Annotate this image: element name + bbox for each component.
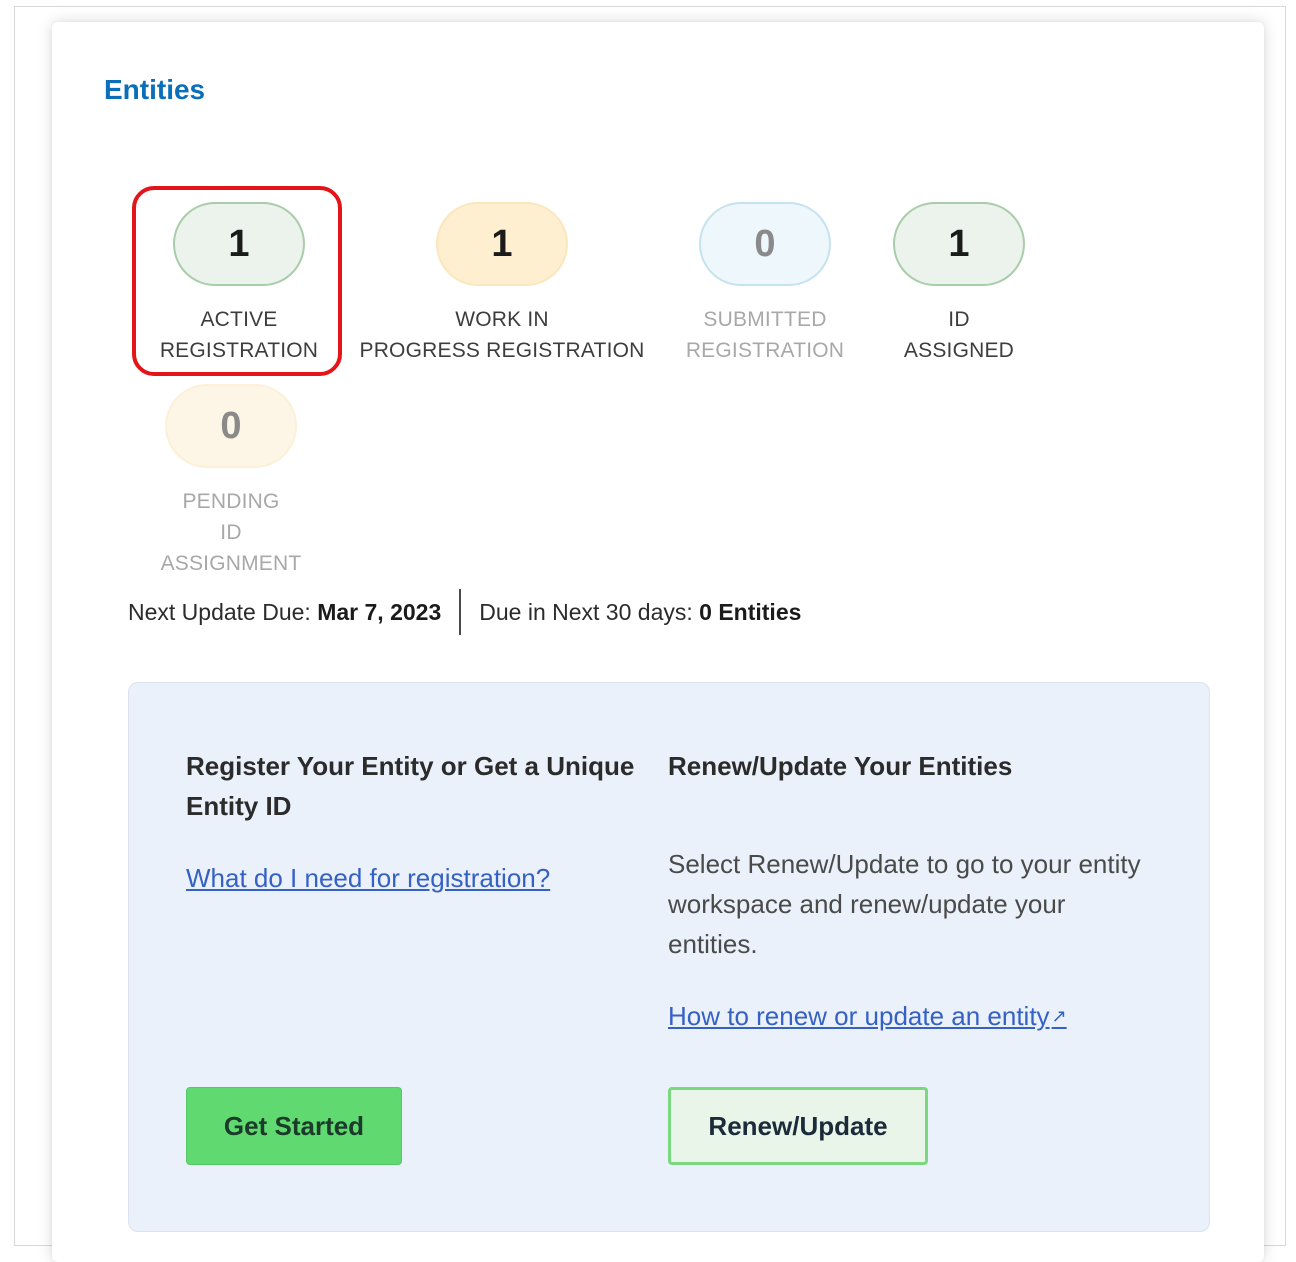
summary-divider: [459, 589, 462, 635]
register-heading: Register Your Entity or Get a Unique Ent…: [186, 751, 635, 821]
counter-label: ID ASSIGNED: [903, 308, 1015, 362]
renew-update-button[interactable]: Renew/Update: [668, 1087, 928, 1165]
counter-pending-id-assignment[interactable]: 0 PENDING ID ASSIGNMENT: [81, 384, 381, 579]
update-summary: Next Update Due: Mar 7, 2023 Due in Next…: [128, 588, 801, 636]
page-title: Entities: [104, 74, 206, 105]
renew-heading: Renew/Update Your Entities: [668, 751, 1013, 781]
external-link-icon: ↗: [1051, 1006, 1067, 1026]
renew-help-link[interactable]: How to renew or update an entity ↗: [668, 996, 1067, 1036]
counter-id-assigned[interactable]: 1 ID ASSIGNED: [809, 202, 1109, 366]
counter-badge: 1: [436, 202, 568, 286]
due-label: Due in Next 30 days:: [479, 598, 693, 625]
counter-label: WORK IN PROGRESS REGISTRATION: [359, 308, 645, 362]
renew-description: Select Renew/Update to go to your entity…: [668, 849, 1141, 959]
next-update-label: Next Update Due:: [128, 598, 311, 625]
due-value: 0 Entities: [699, 598, 802, 625]
counter-badge: 1: [893, 202, 1025, 286]
registration-requirements-link[interactable]: What do I need for registration?: [186, 858, 550, 898]
get-started-button[interactable]: Get Started: [186, 1087, 402, 1165]
counter-work-in-progress[interactable]: 1 WORK IN PROGRESS REGISTRATION: [352, 202, 652, 366]
counter-label: PENDING ID ASSIGNMENT: [160, 490, 302, 575]
counter-badge: 0: [165, 384, 297, 468]
highlight-annotation: [132, 186, 342, 376]
next-update-value: Mar 7, 2023: [317, 598, 442, 625]
renew-help-link-text: How to renew or update an entity: [668, 1001, 1050, 1031]
